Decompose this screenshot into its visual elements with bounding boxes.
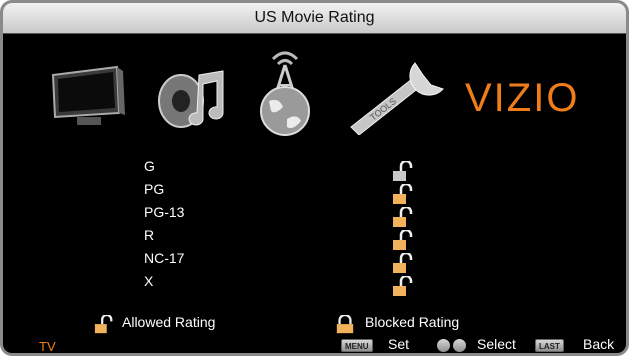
rating-label-nc17[interactable]: NC-17 (144, 248, 184, 268)
select-hint: Select (477, 336, 516, 352)
legend-blocked-label: Blocked Rating (365, 314, 460, 330)
page-title: US Movie Rating (3, 3, 626, 34)
lock-closed-icon (336, 315, 354, 334)
tools-icon[interactable]: TOOLS (347, 55, 447, 135)
set-hint: Set (388, 336, 410, 352)
lock-open-icon[interactable] (391, 161, 415, 183)
last-key-icon: LAST (535, 339, 564, 352)
lock-open-icon[interactable] (391, 253, 415, 275)
lock-open-icon[interactable] (391, 276, 415, 298)
music-icon[interactable] (155, 67, 227, 131)
input-source-label: TV (39, 339, 56, 354)
back-hint: Back (583, 336, 615, 352)
main-menu-icons: TOOLS VIZIO (3, 37, 626, 137)
lock-open-icon[interactable] (391, 230, 415, 252)
lock-open-icon[interactable] (391, 207, 415, 229)
network-icon[interactable] (253, 49, 317, 137)
vizio-logo: VIZIO (465, 76, 579, 117)
tv-icon[interactable] (51, 65, 125, 127)
menu-key-icon: MENU (341, 339, 373, 352)
lock-open-icon (94, 315, 113, 334)
rating-label-r[interactable]: R (144, 225, 154, 245)
svg-text:TOOLS: TOOLS (368, 96, 398, 123)
left-right-arrows-icon (437, 339, 450, 352)
rating-label-pg13[interactable]: PG-13 (144, 202, 184, 222)
legend-allowed-label: Allowed Rating (122, 314, 216, 330)
lock-open-icon[interactable] (391, 184, 415, 206)
svg-text:VIZIO: VIZIO (465, 76, 579, 117)
rating-label-g[interactable]: G (144, 156, 155, 176)
screen-frame: US Movie Rating TOOLS VIZIO G PG PG-13 R… (0, 0, 629, 356)
rating-label-x[interactable]: X (144, 271, 153, 291)
rating-label-pg[interactable]: PG (144, 179, 164, 199)
up-down-arrows-icon (453, 339, 466, 352)
